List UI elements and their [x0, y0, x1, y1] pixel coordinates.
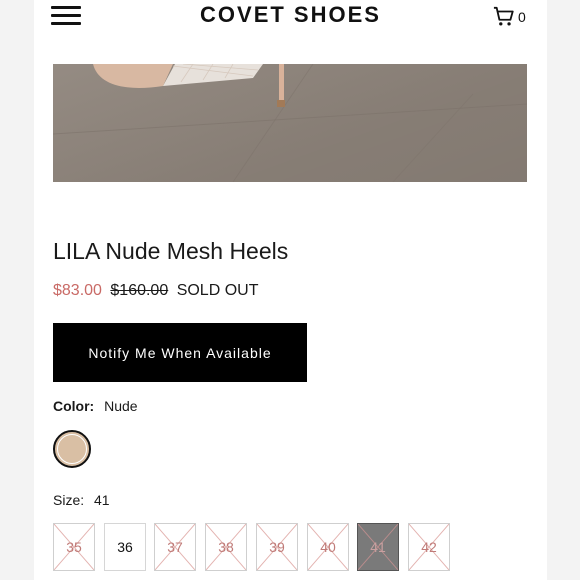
- size-option-40[interactable]: 40: [307, 523, 349, 571]
- size-label: Size:: [53, 492, 85, 508]
- notify-me-button[interactable]: Notify Me When Available: [53, 323, 307, 382]
- size-option-label: 37: [167, 539, 183, 555]
- size-option-label: 40: [320, 539, 336, 555]
- sale-price: $83.00: [53, 282, 102, 299]
- cart-button[interactable]: 0: [493, 5, 526, 29]
- color-swatch-nude[interactable]: [53, 430, 91, 468]
- product-title: LILA Nude Mesh Heels: [53, 238, 289, 264]
- top-bar: COVET SHOES 0: [34, 0, 547, 36]
- product-photo: [53, 64, 527, 182]
- original-price: $160.00: [110, 282, 169, 299]
- color-label: Color:: [53, 398, 95, 414]
- stock-status: SOLD OUT: [176, 282, 259, 299]
- size-option-39[interactable]: 39: [256, 523, 298, 571]
- size-value: 41: [94, 492, 110, 508]
- size-option-41[interactable]: 41: [357, 523, 399, 571]
- brand-logo[interactable]: COVET SHOES: [34, 2, 547, 28]
- size-option-42[interactable]: 42: [408, 523, 450, 571]
- price-row: $83.00 $160.00 SOLD OUT: [53, 282, 258, 300]
- size-option-label: 42: [421, 539, 437, 555]
- size-option-label: 36: [117, 539, 133, 555]
- cart-count: 0: [518, 9, 526, 25]
- size-option-38[interactable]: 38: [205, 523, 247, 571]
- color-value: Nude: [104, 398, 138, 414]
- size-option-label: 35: [66, 539, 82, 555]
- size-option-37[interactable]: 37: [154, 523, 196, 571]
- size-option-label: 41: [370, 539, 386, 555]
- size-row: Size: 41: [53, 492, 110, 508]
- size-option-35[interactable]: 35: [53, 523, 95, 571]
- color-row: Color: Nude: [53, 398, 138, 414]
- size-option-label: 39: [269, 539, 285, 555]
- product-page: COVET SHOES 0 LILA Nude Mesh Heels $83.0…: [34, 0, 547, 580]
- product-image[interactable]: [53, 64, 527, 182]
- shopping-cart-icon: [493, 6, 514, 26]
- size-option-label: 38: [218, 539, 234, 555]
- size-option-36[interactable]: 36: [104, 523, 146, 571]
